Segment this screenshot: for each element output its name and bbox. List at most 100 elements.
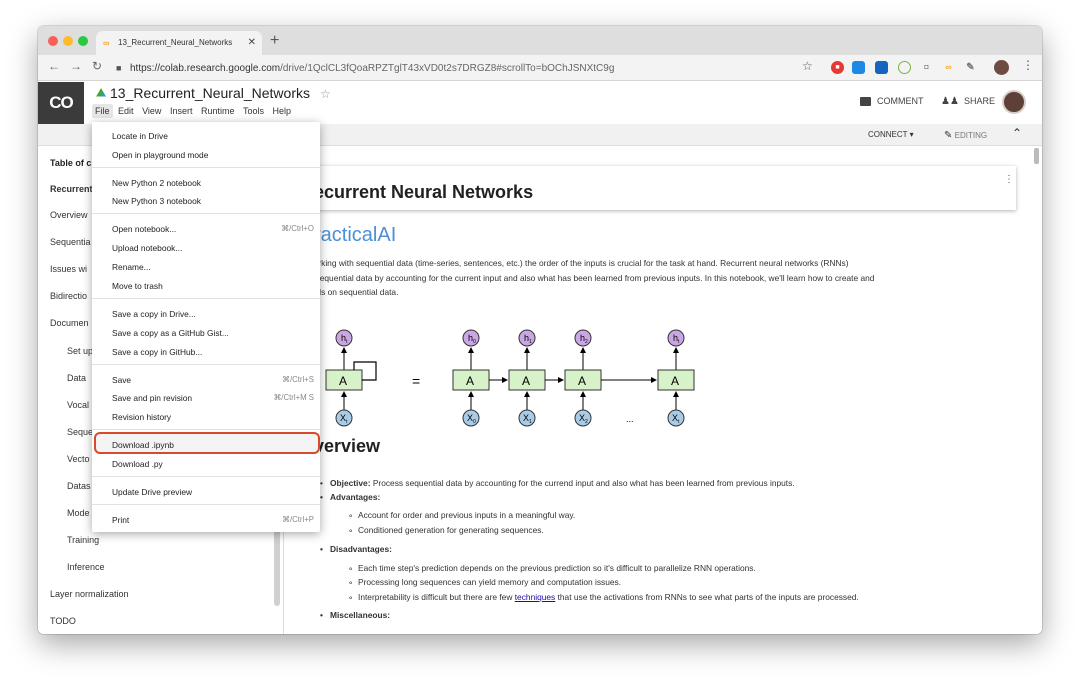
toc-item-document[interactable]: Documen: [50, 318, 89, 328]
collapse-header-icon[interactable]: ⌃: [1012, 126, 1022, 140]
menu-item-open-playground[interactable]: Open in playground mode: [112, 150, 208, 160]
practicalai-brand: racticalAI: [314, 224, 397, 246]
maximize-window-button[interactable]: [78, 36, 88, 46]
menu-item-rename[interactable]: Rename...: [112, 262, 151, 272]
bookmark-star-icon[interactable]: ☆: [802, 59, 813, 73]
toc-item-vocabulary[interactable]: Vocal: [67, 400, 89, 410]
subscript: 0: [473, 339, 476, 345]
star-icon[interactable]: ☆: [320, 87, 331, 101]
intro-line: en working with sequential data (time-se…: [296, 258, 849, 268]
browser-tab[interactable]: ∞ 13_Recurrent_Neural_Networks ✕: [96, 31, 262, 55]
toc-item-layer-normalization[interactable]: Layer normalization: [50, 589, 129, 599]
reload-icon[interactable]: ↻: [92, 59, 102, 73]
menu-item-new-python3[interactable]: New Python 3 notebook: [112, 196, 201, 206]
cell-label: A: [339, 374, 347, 388]
menu-item-save-copy-gist[interactable]: Save a copy as a GitHub Gist...: [112, 328, 229, 338]
menu-help[interactable]: Help: [270, 104, 295, 118]
menu-divider: [92, 364, 320, 365]
list-item: Advantages:: [320, 492, 380, 502]
toc-item-sequence[interactable]: Seque: [67, 427, 93, 437]
editing-mode-button[interactable]: ✎ EDITING: [944, 130, 987, 141]
menu-item-upload-notebook[interactable]: Upload notebook...: [112, 243, 182, 253]
menu-item-new-python2[interactable]: New Python 2 notebook: [112, 178, 201, 188]
notebook-title[interactable]: 13_Recurrent_Neural_Networks ☆: [96, 85, 331, 101]
user-avatar[interactable]: [1002, 90, 1026, 114]
subscript: 1: [529, 339, 532, 345]
menu-item-print[interactable]: Print: [112, 515, 129, 525]
shortcut-open: ⌘/Ctrl+O: [281, 224, 314, 233]
colab-extension-icon[interactable]: ∞: [942, 61, 955, 74]
menu-insert[interactable]: Insert: [167, 104, 196, 118]
back-arrow-icon[interactable]: ←: [48, 59, 60, 73]
menu-file[interactable]: File: [92, 104, 113, 118]
share-button[interactable]: ♟♟ SHARE: [941, 96, 995, 107]
toc-item-vectorizer[interactable]: Vecto: [67, 454, 90, 464]
menu-item-download-ipynb[interactable]: Download .ipynb: [112, 440, 174, 450]
address-bar[interactable]: ■ https://colab.research.google.com/drive…: [116, 58, 824, 78]
menu-item-save-copy-drive[interactable]: Save a copy in Drive...: [112, 309, 196, 319]
toc-item-sequential[interactable]: Sequentia: [50, 237, 91, 247]
menu-divider: [92, 504, 320, 505]
extension-icon[interactable]: [875, 61, 888, 74]
menu-tools[interactable]: Tools: [240, 104, 267, 118]
subscript: 0: [473, 419, 476, 425]
toc-item-issues[interactable]: Issues wi: [50, 264, 87, 274]
toc-item-model[interactable]: Mode: [67, 508, 90, 518]
toc-item-overview[interactable]: Overview: [50, 210, 88, 220]
pencil-extension-icon[interactable]: ✎: [964, 61, 977, 74]
toc-item-data[interactable]: Data: [67, 373, 86, 383]
dropdown-arrow-icon: ▾: [909, 130, 914, 139]
menu-view[interactable]: View: [139, 104, 164, 118]
share-label: SHARE: [963, 96, 995, 106]
cell-menu-icon[interactable]: ⋮: [1004, 174, 1014, 185]
close-window-button[interactable]: [48, 36, 58, 46]
camera-extension-icon[interactable]: ◘: [920, 61, 933, 74]
connect-label: CONNECT: [868, 130, 908, 139]
notebook-content: ecurrent Neural Networks ⋮ racticalAI en…: [284, 146, 1042, 634]
menu-item-download-py[interactable]: Download .py: [112, 459, 163, 469]
extension-icon[interactable]: [898, 61, 911, 74]
file-menu-dropdown: Locate in Drive Open in playground mode …: [92, 122, 320, 532]
techniques-link[interactable]: techniques: [515, 592, 556, 602]
menu-item-revision-history[interactable]: Revision history: [112, 412, 171, 422]
main-scrollbar[interactable]: [1034, 148, 1039, 164]
menu-edit[interactable]: Edit: [115, 104, 137, 118]
extension-icon[interactable]: [852, 61, 865, 74]
menu-divider: [92, 213, 320, 214]
toc-item-dataset[interactable]: Datas: [67, 481, 91, 491]
intro-line: cess sequential data by accounting for t…: [296, 272, 875, 283]
adblock-extension-icon[interactable]: ■: [831, 61, 844, 74]
toc-item-inference[interactable]: Inference: [67, 562, 105, 572]
editing-label: EDITING: [954, 131, 988, 140]
tab-close-icon[interactable]: ✕: [248, 31, 256, 55]
rnn-unrolled: h0 h1 h2 ht A A A A X0 X1 X2 ... Xt: [452, 329, 695, 427]
comment-icon: [860, 97, 871, 107]
profile-avatar[interactable]: [994, 60, 1009, 75]
toc-item-bidirectional[interactable]: Bidirectio: [50, 291, 87, 301]
connect-button[interactable]: CONNECT ▾: [868, 130, 914, 139]
toc-item-training[interactable]: Training: [67, 535, 99, 545]
list-item: Interpretability is difficult but there …: [348, 592, 859, 602]
forward-arrow-icon[interactable]: →: [70, 59, 82, 73]
toc-item-setup[interactable]: Set up: [67, 346, 93, 356]
browser-menu-icon[interactable]: ⋮: [1022, 58, 1034, 72]
menu-item-locate-in-drive[interactable]: Locate in Drive: [112, 131, 168, 141]
subscript: 2: [585, 419, 588, 425]
url-path: /drive/1QclCL3fQoaRPZTglT43xVD0t2s7DRGZ8…: [280, 63, 615, 74]
colab-logo[interactable]: CO: [38, 82, 84, 124]
minimize-window-button[interactable]: [63, 36, 73, 46]
menu-item-save-pin-revision[interactable]: Save and pin revision: [112, 393, 192, 403]
menu-item-save-copy-github[interactable]: Save a copy in GitHub...: [112, 347, 202, 357]
menu-runtime[interactable]: Runtime: [198, 104, 238, 118]
new-tab-icon[interactable]: +: [270, 31, 279, 51]
menu-item-update-drive-preview[interactable]: Update Drive preview: [112, 487, 192, 497]
comment-button[interactable]: COMMENT: [860, 96, 924, 107]
toc-item-recurrent[interactable]: Recurrent: [50, 184, 93, 194]
intro-paragraph: en working with sequential data (time-se…: [296, 256, 1016, 300]
menu-item-move-to-trash[interactable]: Move to trash: [112, 281, 163, 291]
toc-item-todo[interactable]: TODO: [50, 616, 76, 626]
rnn-unrolled-diagram: ht A Xt = h0 h1 h2 ht A A A A X0 X1 X2 .…: [325, 329, 695, 427]
menu-item-open-notebook[interactable]: Open notebook...: [112, 224, 176, 234]
menu-item-save[interactable]: Save: [112, 375, 131, 385]
menu-divider: [92, 298, 320, 299]
